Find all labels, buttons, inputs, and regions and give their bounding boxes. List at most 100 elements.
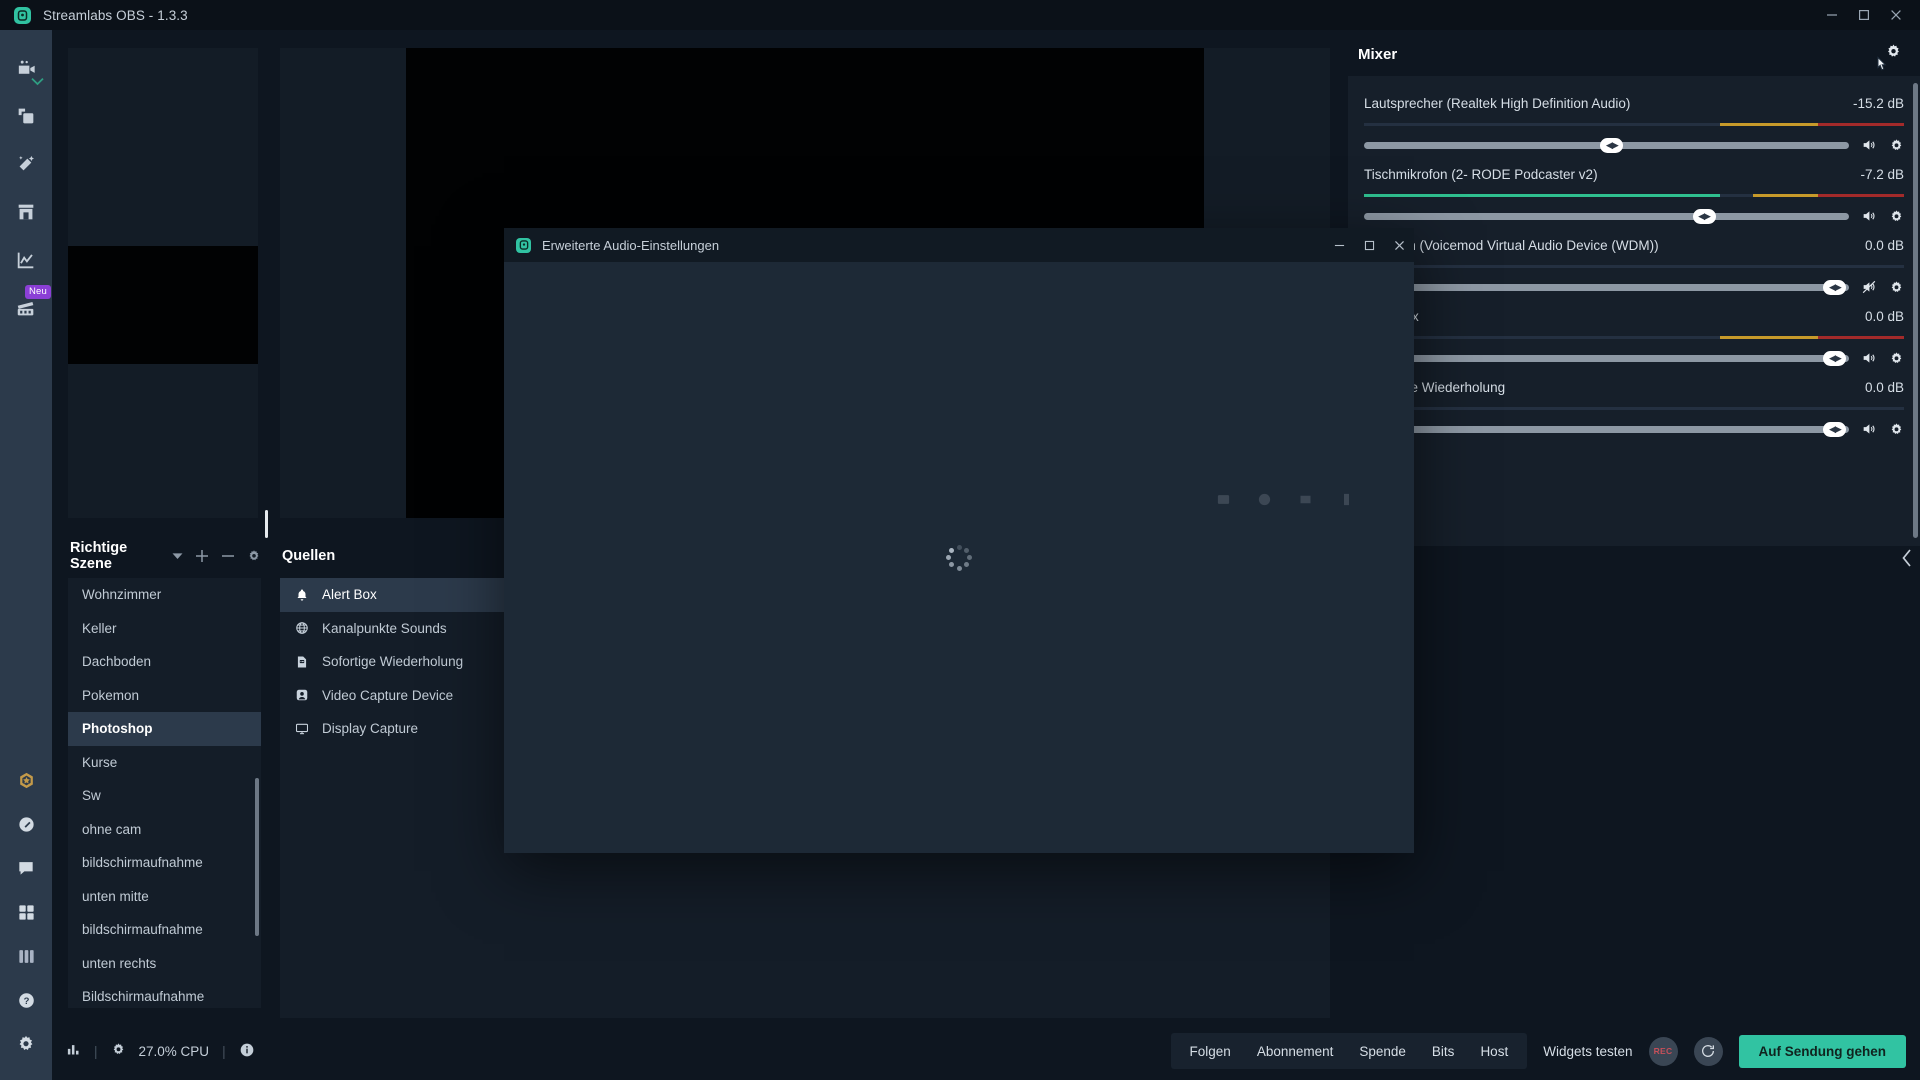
scene-list-item[interactable]: ohne cam [68, 813, 261, 847]
app-title: Streamlabs OBS - 1.3.3 [43, 7, 188, 23]
monitor-icon [294, 722, 309, 736]
sidebar-item-help[interactable]: ? [0, 978, 52, 1022]
volume-slider-knob[interactable]: ◀▶ [1823, 350, 1847, 366]
sidebar-item-prime[interactable] [0, 758, 52, 802]
scenes-list[interactable]: Wohnzimmer Keller Dachboden Pokemon Photosho… [68, 578, 261, 1008]
sidebar-bottom-group: ? [0, 758, 52, 1080]
volume-slider-knob[interactable]: ◀▶ [1823, 279, 1847, 295]
panel-resizer-handle[interactable] [265, 510, 268, 538]
preview-secondary-panel [68, 48, 258, 518]
sidebar-top-group: Neu [0, 30, 52, 332]
sidebar-item-highlighter[interactable]: Neu [0, 284, 52, 332]
mixer-channel-gear-icon[interactable] [1889, 351, 1904, 366]
status-bar: | 27.0% CPU | Folgen Abonnement Spende Bits… [52, 1022, 1920, 1080]
scene-label: bildschirmaufnahme [82, 922, 203, 938]
mixer-channel: Sofortige Wiederholung 0.0 dB ◀▶ [1364, 366, 1904, 437]
mixer-channel-header: Alert Box0.0 dB [1364, 309, 1904, 324]
scene-list-item[interactable]: Pokemon [68, 679, 261, 713]
scene-label: Dachboden [82, 654, 152, 670]
scene-label: unten rechts [82, 955, 157, 971]
scene-list-item[interactable]: Bildschirmaufnahme [68, 980, 261, 1008]
volume-slider[interactable]: ◀▶ [1364, 137, 1849, 153]
scene-list-item[interactable]: Photoshop [68, 712, 261, 746]
widget-tab[interactable]: Spende [1346, 1044, 1419, 1059]
speaker-icon[interactable] [1861, 208, 1877, 224]
volume-slider[interactable]: ◀▶ [1364, 279, 1849, 295]
mixer-header: Mixer [1348, 38, 1920, 70]
volume-slider[interactable]: ◀▶ [1364, 208, 1849, 224]
info-circle-icon[interactable] [239, 1042, 255, 1061]
maximize-icon[interactable] [1354, 228, 1384, 262]
volume-slider-knob[interactable]: ◀▶ [1692, 208, 1716, 224]
scene-list-item[interactable]: Sw [68, 779, 261, 813]
volume-slider[interactable]: ◀▶ [1364, 421, 1849, 437]
mixer-channel-name: Lautsprecher (Realtek High Definition Au… [1364, 96, 1631, 111]
speaker-muted-icon[interactable] [1861, 279, 1877, 295]
maximize-icon[interactable] [1848, 0, 1880, 30]
mixer-channel-gear-icon[interactable] [1889, 422, 1904, 437]
scene-list-item[interactable]: bildschirmaufnahme [68, 913, 261, 947]
mixer-scrollbar[interactable] [1913, 83, 1918, 538]
mixer-panel: Mixer Lautsprecher (Realtek High Definit… [1348, 38, 1920, 1023]
bar-chart-icon[interactable] [66, 1042, 81, 1060]
mixer-channel: Mikrofon (Voicemod Virtual Audio Device … [1364, 224, 1904, 295]
widget-tab[interactable]: Folgen [1177, 1044, 1244, 1059]
scene-list-item[interactable]: Dachboden [68, 645, 261, 679]
chevron-down-icon[interactable] [31, 76, 44, 88]
scenes-scrollbar[interactable] [255, 778, 259, 936]
sidebar-item-layout[interactable] [0, 934, 52, 978]
sidebar-item-settings[interactable] [0, 1022, 52, 1066]
mouse-cursor [1874, 54, 1890, 76]
scene-list-item[interactable]: Kurse [68, 746, 261, 780]
chevron-left-icon[interactable] [1901, 548, 1914, 574]
volume-slider-knob[interactable]: ◀▶ [1823, 421, 1847, 437]
mixer-channel-gear-icon[interactable] [1889, 209, 1904, 224]
widget-tab[interactable]: Abonnement [1244, 1044, 1347, 1059]
sidebar-item-apps[interactable] [0, 890, 52, 934]
close-icon[interactable] [1384, 228, 1414, 262]
mixer-channel-gear-icon[interactable] [1889, 280, 1904, 295]
mixer-channel-gear-icon[interactable] [1889, 138, 1904, 153]
sidebar-item-editor[interactable] [0, 44, 52, 92]
gear-icon[interactable] [247, 549, 261, 563]
scene-list-item[interactable]: unten rechts [68, 947, 261, 981]
sidebar-item-chat[interactable] [0, 846, 52, 890]
caret-down-icon[interactable] [172, 552, 183, 560]
record-button[interactable]: REC [1648, 1036, 1678, 1066]
plus-icon[interactable] [195, 549, 209, 563]
test-widgets-label[interactable]: Widgets testen [1543, 1044, 1632, 1059]
widget-tab[interactable]: Bits [1419, 1044, 1468, 1059]
scene-label: ohne cam [82, 821, 142, 837]
speaker-icon[interactable] [1861, 350, 1877, 366]
scene-list-item[interactable]: Keller [68, 612, 261, 646]
scene-list-item[interactable]: unten mitte [68, 880, 261, 914]
source-label: Video Capture Device [322, 687, 454, 703]
scene-list-item[interactable]: Wohnzimmer [68, 578, 261, 612]
close-icon[interactable] [1880, 0, 1912, 30]
minimize-icon[interactable] [1816, 0, 1848, 30]
sidebar-item-layout-editor[interactable] [0, 92, 52, 140]
volume-slider-knob[interactable]: ◀▶ [1600, 137, 1624, 153]
scene-label: Wohnzimmer [82, 587, 162, 603]
replay-icon[interactable] [1693, 1036, 1723, 1066]
sidebar-item-themes[interactable] [0, 140, 52, 188]
go-live-button[interactable]: Auf Sendung gehen [1738, 1034, 1906, 1068]
minimize-icon[interactable] [1324, 228, 1354, 262]
mixer-channel-db: 0.0 dB [1864, 380, 1904, 395]
mixer-channel-db: -7.2 dB [1860, 167, 1904, 182]
status-separator-1: | [94, 1043, 98, 1059]
volume-slider[interactable]: ◀▶ [1364, 350, 1849, 366]
speaker-icon[interactable] [1861, 421, 1877, 437]
sidebar-item-night-mode[interactable] [0, 802, 52, 846]
streamlabs-logo-icon [516, 237, 531, 253]
sidebar-item-store[interactable] [0, 188, 52, 236]
status-left-group: | 27.0% CPU | [66, 1042, 255, 1061]
scene-list-item[interactable]: bildschirmaufnahme [68, 846, 261, 880]
minus-icon[interactable] [221, 549, 235, 563]
speaker-icon[interactable] [1861, 137, 1877, 153]
widget-tab[interactable]: Host [1467, 1044, 1521, 1059]
media-file-icon [294, 655, 309, 669]
mixer-volume-meter [1364, 123, 1904, 126]
dialog-window-controls [1324, 228, 1414, 262]
sidebar-item-dashboard[interactable] [0, 236, 52, 284]
